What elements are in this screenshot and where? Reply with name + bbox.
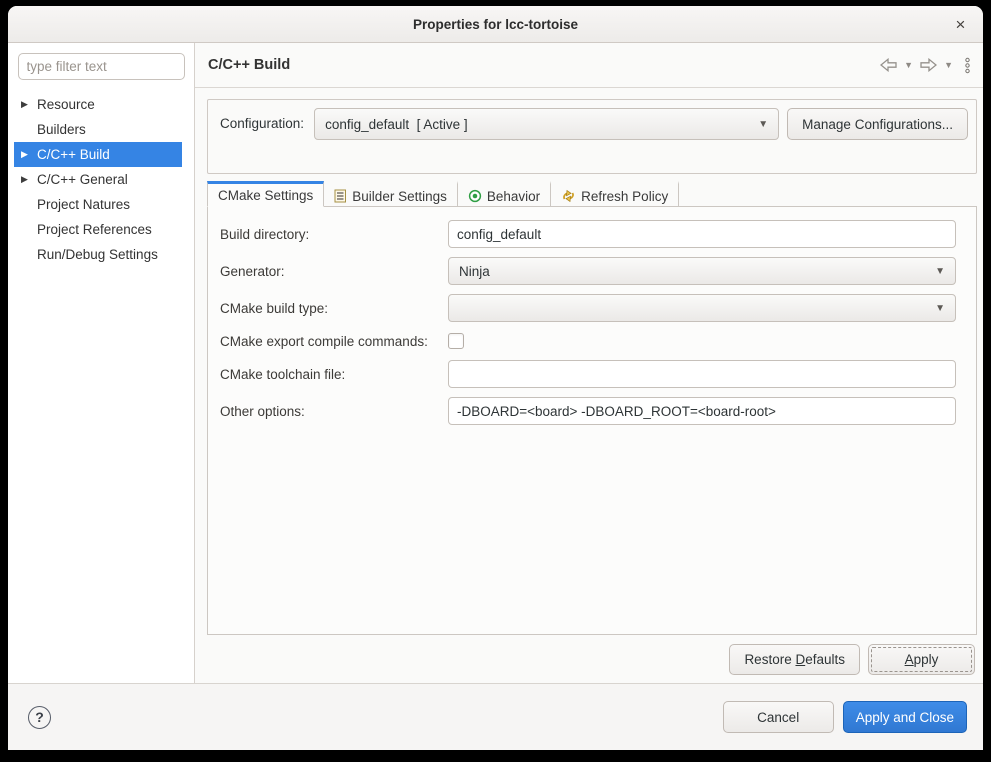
forward-history-dropdown-icon[interactable]: ▼ xyxy=(944,60,953,70)
tab-cmake-settings[interactable]: CMake Settings xyxy=(207,181,324,207)
other-options-input[interactable] xyxy=(448,397,956,425)
sidebar-item-label: Resource xyxy=(37,97,95,112)
export-compile-commands-checkbox[interactable] xyxy=(448,333,464,349)
expander-icon[interactable]: ▶ xyxy=(21,149,37,160)
cmake-settings-panel: Build directory: Generator: Ninja ▼ CMak… xyxy=(207,206,977,635)
cmake-settings-form: Build directory: Generator: Ninja ▼ CMak… xyxy=(220,220,956,425)
tab-behavior[interactable]: Behavior xyxy=(458,181,551,207)
other-options-label: Other options: xyxy=(220,404,448,419)
sidebar-item-label: Run/Debug Settings xyxy=(37,247,158,262)
sidebar-item-label: Builders xyxy=(37,122,86,137)
close-icon[interactable]: × xyxy=(948,12,973,37)
chevron-down-icon: ▼ xyxy=(758,119,768,130)
panel-actions: Restore Defaults Apply xyxy=(195,644,975,675)
export-compile-commands-cell xyxy=(448,333,956,349)
sidebar-item-builders[interactable]: Builders xyxy=(14,117,182,142)
tab-bar: CMake Settings Builder Settings xyxy=(207,181,977,206)
generator-label: Generator: xyxy=(220,264,448,279)
configuration-label: Configuration: xyxy=(220,108,304,140)
tab-label: Builder Settings xyxy=(352,189,447,204)
page-header: C/C++ Build ▼ ▼ xyxy=(195,43,983,88)
apply-button[interactable]: Apply xyxy=(868,644,975,675)
sidebar-item-run-debug-settings[interactable]: Run/Debug Settings xyxy=(14,242,182,267)
dialog-button-bar: ? Cancel Apply and Close xyxy=(8,683,983,750)
filter-input[interactable] xyxy=(18,53,185,80)
build-directory-input[interactable] xyxy=(448,220,956,248)
sidebar-item-label: C/C++ General xyxy=(37,172,128,187)
behavior-icon xyxy=(468,189,482,203)
title-bar: Properties for lcc-tortoise × xyxy=(8,6,983,43)
builder-settings-icon xyxy=(334,189,347,203)
nav-tools: ▼ ▼ xyxy=(880,57,971,74)
main-pane: C/C++ Build ▼ ▼ xyxy=(195,43,983,683)
sidebar-item-project-natures[interactable]: Project Natures xyxy=(14,192,182,217)
sidebar-item-cpp-build[interactable]: ▶ C/C++ Build xyxy=(14,142,182,167)
generator-value: Ninja xyxy=(459,264,927,279)
expander-icon[interactable]: ▶ xyxy=(21,99,37,110)
dialog-content: ▶ Resource Builders ▶ C/C++ Build ▶ C/C+… xyxy=(8,43,983,683)
window-title: Properties for lcc-tortoise xyxy=(413,17,578,32)
sidebar-item-resource[interactable]: ▶ Resource xyxy=(14,92,182,117)
tab-label: Refresh Policy xyxy=(581,189,668,204)
apply-and-close-button[interactable]: Apply and Close xyxy=(843,701,967,733)
back-history-dropdown-icon[interactable]: ▼ xyxy=(904,60,913,70)
configuration-select[interactable]: config_default [ Active ] ▼ xyxy=(314,108,779,140)
tab-builder-settings[interactable]: Builder Settings xyxy=(324,181,458,207)
sidebar-item-label: Project Natures xyxy=(37,197,130,212)
tab-label: CMake Settings xyxy=(218,188,313,203)
generator-select[interactable]: Ninja ▼ xyxy=(448,257,956,285)
restore-defaults-button[interactable]: Restore Defaults xyxy=(729,644,860,675)
toolchain-file-input[interactable] xyxy=(448,360,956,388)
configuration-value: config_default [ Active ] xyxy=(325,117,750,132)
chevron-down-icon: ▼ xyxy=(935,303,945,314)
chevron-down-icon: ▼ xyxy=(935,266,945,277)
build-directory-label: Build directory: xyxy=(220,227,448,242)
cmake-build-type-select[interactable]: ▼ xyxy=(448,294,956,322)
tab-label: Behavior xyxy=(487,189,540,204)
cmake-build-type-label: CMake build type: xyxy=(220,301,448,316)
help-icon[interactable]: ? xyxy=(28,706,51,729)
sidebar-item-label: Project References xyxy=(37,222,152,237)
configuration-group: Configuration: config_default [ Active ]… xyxy=(207,99,977,174)
sidebar-item-label: C/C++ Build xyxy=(37,147,110,162)
properties-dialog: Properties for lcc-tortoise × ▶ Resource… xyxy=(8,6,983,750)
view-menu-icon[interactable] xyxy=(964,57,971,74)
export-compile-commands-label: CMake export compile commands: xyxy=(220,334,448,349)
expander-icon[interactable]: ▶ xyxy=(21,174,37,185)
manage-configurations-button[interactable]: Manage Configurations... xyxy=(787,108,968,140)
properties-sidebar: ▶ Resource Builders ▶ C/C++ Build ▶ C/C+… xyxy=(8,43,195,683)
page-title: C/C++ Build xyxy=(208,57,290,73)
toolchain-file-label: CMake toolchain file: xyxy=(220,367,448,382)
dialog-actions: Cancel Apply and Close xyxy=(723,701,967,733)
forward-icon[interactable] xyxy=(920,58,937,72)
sidebar-item-cpp-general[interactable]: ▶ C/C++ General xyxy=(14,167,182,192)
tab-refresh-policy[interactable]: Refresh Policy xyxy=(551,181,679,207)
sidebar-item-project-references[interactable]: Project References xyxy=(14,217,182,242)
refresh-policy-icon xyxy=(561,189,576,203)
back-icon[interactable] xyxy=(880,58,897,72)
cancel-button[interactable]: Cancel xyxy=(723,701,834,733)
